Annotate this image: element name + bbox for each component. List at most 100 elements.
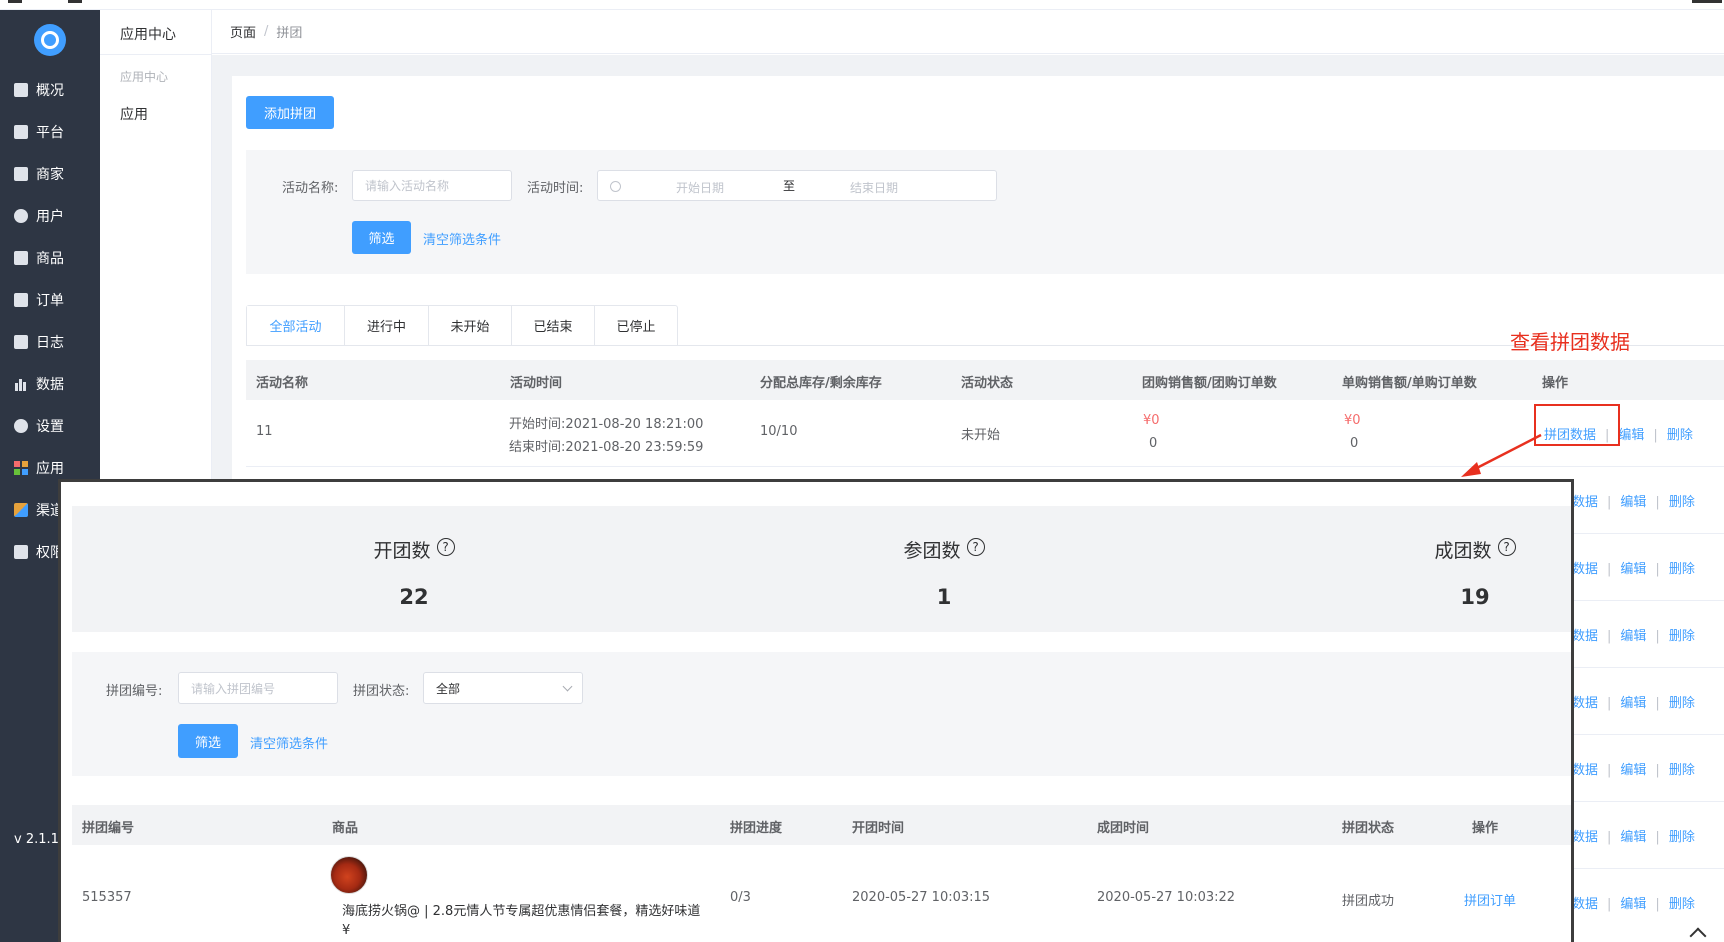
row-actions: 数据 | 编辑 | 删除 bbox=[1572, 897, 1695, 912]
edit-link[interactable]: 编辑 bbox=[1618, 428, 1644, 443]
tab-in-progress[interactable]: 进行中 bbox=[345, 306, 429, 345]
sub-sidebar-title: 应用中心 bbox=[120, 27, 176, 43]
group-orders-link[interactable]: 拼团订单 bbox=[1464, 890, 1516, 909]
view-group-data-link[interactable]: 数据 bbox=[1572, 562, 1598, 577]
version-label: v 2.1.1 bbox=[14, 832, 59, 847]
window-control-mark bbox=[1692, 0, 1722, 3]
delete-link[interactable]: 删除 bbox=[1669, 562, 1695, 577]
annotation-text: 查看拼团数据 bbox=[1510, 330, 1630, 354]
single-orders-cell: 0 bbox=[1350, 436, 1359, 451]
delete-link[interactable]: 删除 bbox=[1669, 897, 1695, 912]
stat-value: 19 bbox=[1460, 585, 1490, 609]
clock-icon bbox=[610, 181, 621, 192]
delete-link[interactable]: 删除 bbox=[1669, 696, 1695, 711]
user-icon bbox=[14, 209, 28, 223]
sidebar-item-settings[interactable]: 设置 bbox=[0, 406, 100, 446]
view-group-data-link[interactable]: 数据 bbox=[1572, 495, 1598, 510]
group-no-label: 拼团编号: bbox=[106, 684, 163, 699]
stat-label: 参团数 bbox=[903, 540, 961, 562]
delete-link[interactable]: 删除 bbox=[1669, 763, 1695, 778]
group-amount-cell: ¥0 bbox=[1143, 413, 1160, 428]
delete-link[interactable]: 删除 bbox=[1667, 428, 1693, 443]
stat-value: 1 bbox=[936, 585, 952, 609]
sidebar-item-merchant[interactable]: 商家 bbox=[0, 154, 100, 194]
clear-filter-link[interactable]: 清空筛选条件 bbox=[423, 229, 501, 248]
status-tabs: 全部活动 进行中 未开始 已结束 已停止 bbox=[246, 305, 678, 345]
view-group-data-link[interactable]: 数据 bbox=[1572, 763, 1598, 778]
group-no-cell: 515357 bbox=[82, 890, 132, 905]
product-thumbnail bbox=[330, 856, 368, 894]
column-header: 商品 bbox=[332, 821, 359, 836]
column-header: 操作 bbox=[1472, 821, 1499, 836]
delete-link[interactable]: 删除 bbox=[1669, 629, 1695, 644]
breadcrumb-separator: / bbox=[264, 24, 269, 39]
activity-name-input[interactable]: 请输入活动名称 bbox=[352, 170, 512, 201]
sidebar-item-overview[interactable]: 概况 bbox=[0, 70, 100, 110]
tab-ended[interactable]: 已结束 bbox=[512, 306, 595, 345]
edit-link[interactable]: 编辑 bbox=[1620, 763, 1646, 778]
sidebar-item-log[interactable]: 日志 bbox=[0, 322, 100, 362]
edit-link[interactable]: 编辑 bbox=[1620, 696, 1646, 711]
group-status-select[interactable]: 全部 bbox=[423, 672, 583, 704]
product-price-cell: ¥ bbox=[342, 923, 351, 938]
help-icon[interactable]: ? bbox=[436, 537, 455, 556]
channel-cube-icon bbox=[14, 503, 28, 517]
edit-link[interactable]: 编辑 bbox=[1620, 495, 1646, 510]
sidebar-item-user[interactable]: 用户 bbox=[0, 196, 100, 236]
tab-stopped[interactable]: 已停止 bbox=[595, 306, 677, 345]
popup-clear-filter-link[interactable]: 清空筛选条件 bbox=[250, 733, 328, 752]
help-icon[interactable]: ? bbox=[966, 537, 985, 556]
row-actions: 数据 | 编辑 | 删除 bbox=[1572, 562, 1695, 577]
column-header: 操作 bbox=[1542, 376, 1569, 391]
view-group-data-link[interactable]: 数据 bbox=[1572, 629, 1598, 644]
filter-panel bbox=[246, 150, 1724, 274]
activity-time-range-input[interactable]: 开始日期 至 结束日期 bbox=[597, 170, 997, 201]
sidebar-item-goods[interactable]: 商品 bbox=[0, 238, 100, 278]
column-header: 拼团状态 bbox=[1342, 821, 1395, 836]
table-header: 活动名称 活动时间 分配总库存/剩余库存 活动状态 团购销售额/团购订单数 单购… bbox=[246, 360, 1724, 400]
activity-name-label: 活动名称: bbox=[282, 181, 339, 196]
open-time-cell: 2020-05-27 10:03:15 bbox=[852, 890, 991, 905]
help-icon[interactable]: ? bbox=[1497, 537, 1516, 556]
log-icon bbox=[14, 335, 28, 349]
annotation-highlight-box bbox=[1534, 404, 1620, 446]
view-group-data-link[interactable]: 数据 bbox=[1572, 696, 1598, 711]
edit-link[interactable]: 编辑 bbox=[1620, 830, 1646, 845]
view-group-data-link[interactable]: 数据 bbox=[1572, 830, 1598, 845]
chart-bars-icon bbox=[14, 377, 28, 391]
app-logo[interactable] bbox=[34, 24, 66, 56]
delete-link[interactable]: 删除 bbox=[1669, 830, 1695, 845]
breadcrumb: 页面 / 拼团 bbox=[212, 10, 1724, 54]
column-header: 活动时间 bbox=[510, 376, 563, 391]
edit-link[interactable]: 编辑 bbox=[1620, 897, 1646, 912]
product-name-cell: 海底捞火锅@ | 2.8元情人节专属超优惠情侣套餐，精选好味道 bbox=[342, 904, 701, 919]
lock-icon bbox=[14, 545, 28, 559]
single-amount-cell: ¥0 bbox=[1344, 413, 1361, 428]
sidebar-item-platform[interactable]: 平台 bbox=[0, 112, 100, 152]
column-header: 拼团进度 bbox=[730, 821, 783, 836]
popup-table-header: 拼团编号 商品 拼团进度 开团时间 成团时间 拼团状态 操作 bbox=[72, 805, 1571, 845]
sub-sidebar-item-apps[interactable]: 应用 bbox=[120, 104, 148, 124]
edit-link[interactable]: 编辑 bbox=[1620, 562, 1646, 577]
range-separator: 至 bbox=[783, 179, 796, 193]
group-status-cell: 拼团成功 bbox=[1342, 894, 1395, 909]
store-icon bbox=[14, 167, 28, 181]
tab-all-activities[interactable]: 全部活动 bbox=[247, 306, 345, 345]
delete-link[interactable]: 删除 bbox=[1669, 495, 1695, 510]
add-group-buy-button[interactable]: 添加拼团 bbox=[246, 96, 334, 129]
row-actions: 数据 | 编辑 | 删除 bbox=[1572, 495, 1695, 510]
filter-submit-button[interactable]: 筛选 bbox=[352, 221, 411, 254]
edit-link[interactable]: 编辑 bbox=[1620, 629, 1646, 644]
tab-not-started[interactable]: 未开始 bbox=[429, 306, 512, 345]
view-group-data-link[interactable]: 数据 bbox=[1572, 897, 1598, 912]
column-header: 活动名称 bbox=[256, 376, 309, 391]
end-date-placeholder: 结束日期 bbox=[850, 181, 899, 195]
row-actions: 数据 | 编辑 | 删除 bbox=[1572, 830, 1695, 845]
group-no-input[interactable]: 请输入拼团编号 bbox=[178, 672, 338, 704]
sidebar-item-data[interactable]: 数据 bbox=[0, 364, 100, 404]
stat-open-groups: 开团数? 22 bbox=[314, 536, 514, 609]
sidebar-item-order[interactable]: 订单 bbox=[0, 280, 100, 320]
popup-filter-submit-button[interactable]: 筛选 bbox=[178, 724, 238, 758]
breadcrumb-item-page[interactable]: 页面 bbox=[230, 22, 256, 41]
stock-cell: 10/10 bbox=[760, 424, 798, 439]
